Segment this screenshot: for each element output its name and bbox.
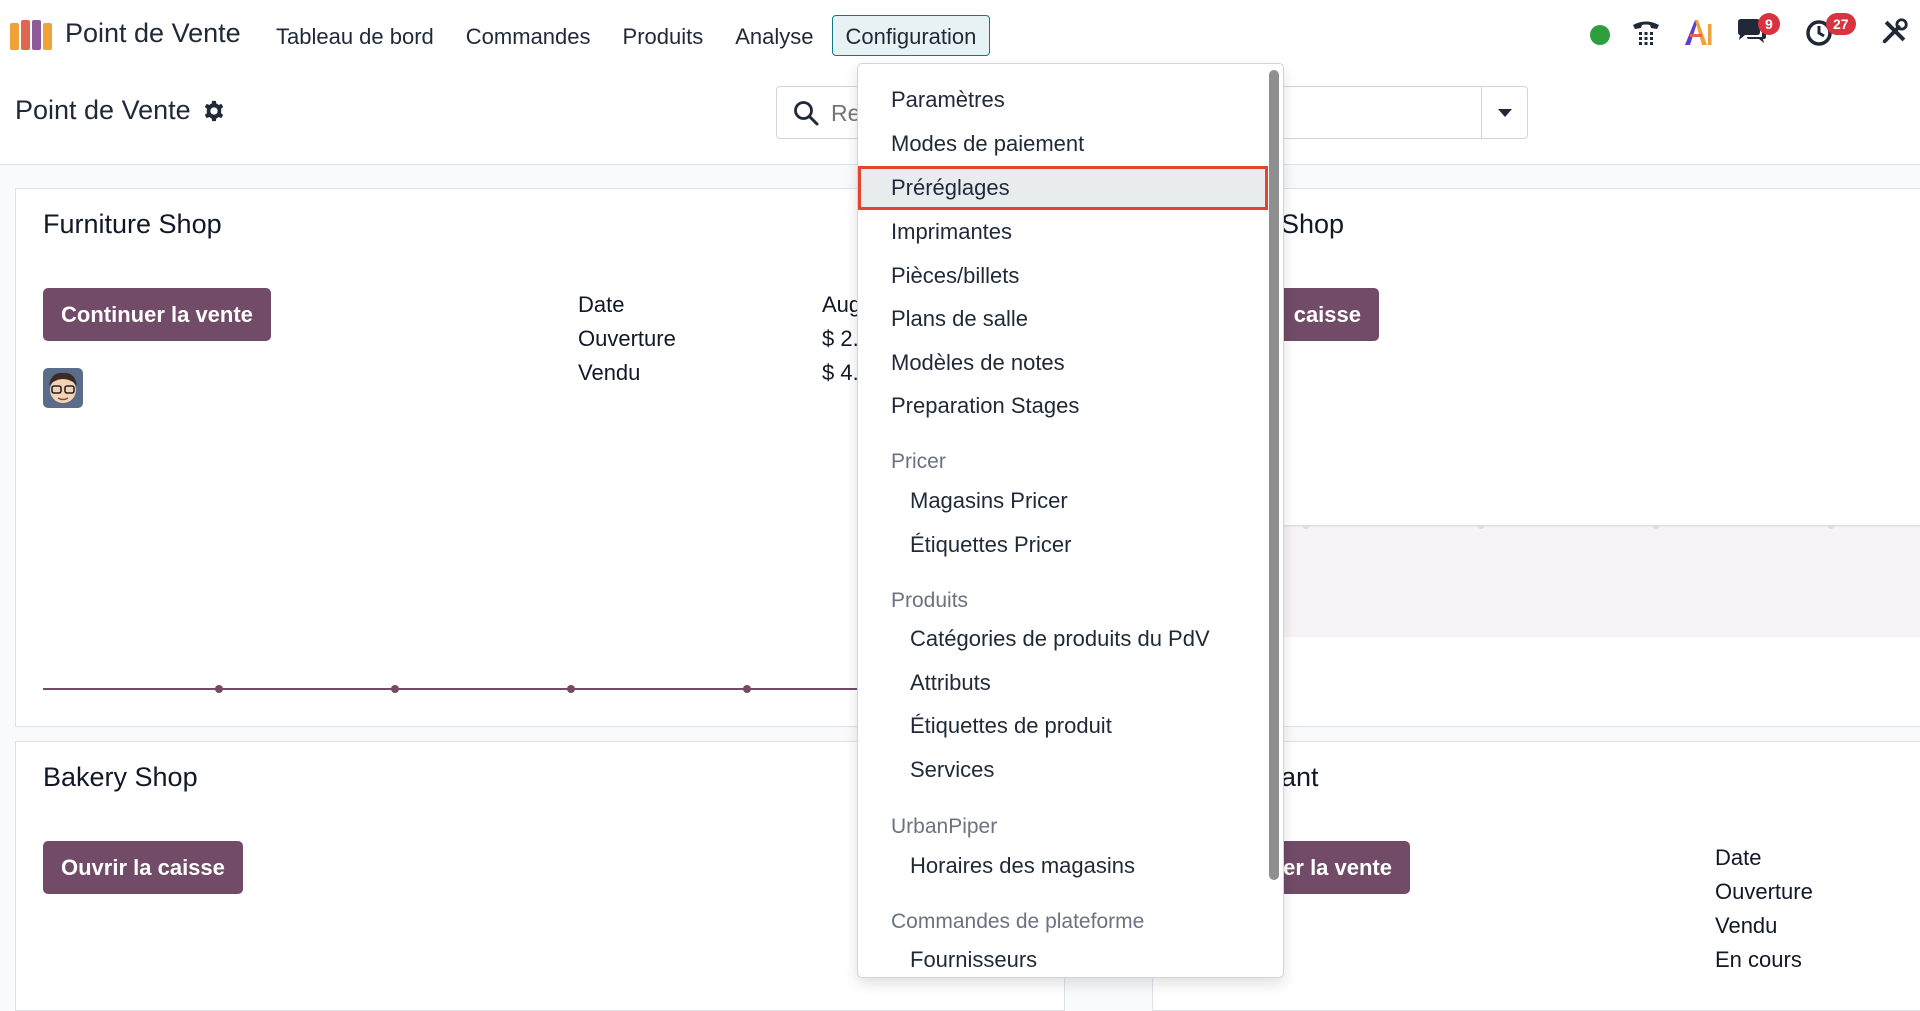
search-icon[interactable] [793, 100, 819, 126]
menu-item-pieces-billets[interactable]: Pièces/billets [858, 254, 1268, 298]
section-header-produits: Produits [891, 589, 969, 612]
menu-item-preparation-stages[interactable]: Preparation Stages [858, 384, 1268, 428]
menu-item-parametres[interactable]: Paramètres [858, 78, 1268, 122]
menu-item-modeles-de-notes[interactable]: Modèles de notes [858, 341, 1268, 385]
menu-item-etiquettes-pricer[interactable]: Étiquettes Pricer [858, 523, 1268, 567]
stat-label-date: Date [578, 292, 625, 317]
card-title: Bakery Shop [43, 762, 198, 792]
section-header-commandes-plateforme: Commandes de plateforme [891, 910, 1145, 933]
configuration-dropdown-menu: Paramètres Modes de paiement Préréglages… [857, 63, 1284, 978]
stat-label-opening: Ouverture [1715, 879, 1813, 904]
menu-item-etiquettes-produit[interactable]: Étiquettes de produit [858, 704, 1268, 748]
menu-item-categories-produits[interactable]: Catégories de produits du PdV [858, 617, 1268, 661]
card-title: ant [1281, 762, 1319, 792]
gear-icon[interactable] [203, 100, 225, 122]
search-options-toggle[interactable] [1481, 87, 1527, 138]
activities-badge: 27 [1826, 13, 1856, 35]
menu-analyse[interactable]: Analyse [721, 15, 827, 56]
sales-chart-area [1281, 525, 1920, 637]
stat-value-sold: $ 4. [822, 360, 859, 385]
ai-icon[interactable] [1682, 16, 1714, 48]
menu-configuration[interactable]: Configuration [831, 15, 991, 56]
stat-value-opening: $ 2. [822, 326, 859, 351]
stat-label-in-progress: En cours [1715, 947, 1802, 972]
systray: 9 27 [1590, 13, 1920, 56]
menu-tableau-de-bord[interactable]: Tableau de bord [262, 15, 448, 56]
menu-item-prereglages[interactable]: Préréglages [858, 166, 1268, 210]
menu-item-fournisseurs[interactable]: Fournisseurs [858, 938, 1268, 977]
stat-label-sold: Vendu [578, 360, 641, 385]
menu-item-imprimantes[interactable]: Imprimantes [858, 210, 1268, 254]
section-header-pricer: Pricer [891, 450, 946, 473]
open-register-button[interactable]: Ouvrir la caisse [43, 841, 243, 894]
continue-sale-button[interactable]: Continuer la vente [43, 288, 271, 341]
stat-label-date: Date [1715, 845, 1762, 870]
top-navbar: Point de Vente Tableau de bord Commandes… [0, 0, 1920, 70]
presence-status-icon[interactable] [1590, 25, 1610, 45]
menu-produits[interactable]: Produits [609, 15, 718, 56]
menu-item-magasins-pricer[interactable]: Magasins Pricer [858, 479, 1268, 523]
tools-icon[interactable] [1880, 16, 1910, 46]
main-menu: Tableau de bord Commandes Produits Analy… [262, 15, 994, 56]
breadcrumb: Point de Vente [15, 95, 225, 126]
pos-logo-icon[interactable] [10, 20, 52, 50]
caret-down-icon [1497, 108, 1512, 117]
menu-item-attributs[interactable]: Attributs [858, 661, 1268, 705]
messages-badge: 9 [1758, 13, 1780, 35]
card-title: Furniture Shop [43, 209, 222, 239]
stat-label-sold: Vendu [1715, 913, 1778, 938]
menu-item-modes-de-paiement[interactable]: Modes de paiement [858, 122, 1268, 166]
dropdown-scrollbar[interactable] [1269, 70, 1279, 880]
avatar[interactable] [43, 368, 83, 408]
app-name[interactable]: Point de Vente [65, 18, 241, 49]
stat-value-date: Aug [822, 292, 862, 317]
card-title: Shop [1281, 209, 1345, 239]
page-title: Point de Vente [15, 95, 191, 125]
menu-item-services[interactable]: Services [858, 748, 1268, 792]
section-header-urbanpiper: UrbanPiper [891, 815, 998, 838]
stat-label-opening: Ouverture [578, 326, 676, 351]
menu-commandes[interactable]: Commandes [452, 15, 605, 56]
phone-icon[interactable] [1630, 16, 1662, 48]
menu-item-plans-de-salle[interactable]: Plans de salle [858, 297, 1268, 341]
menu-item-horaires-magasins[interactable]: Horaires des magasins [858, 844, 1268, 888]
